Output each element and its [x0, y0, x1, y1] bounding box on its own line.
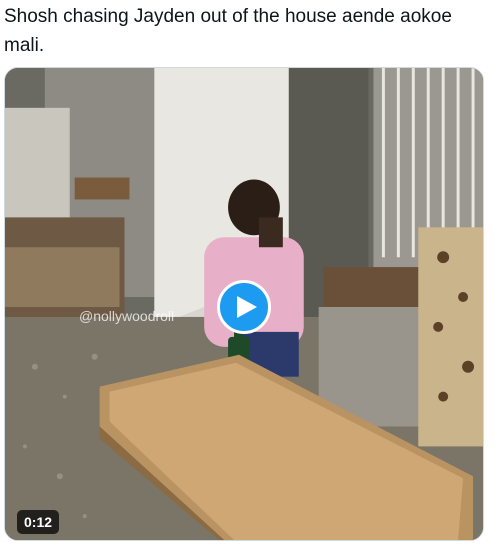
video-watermark: @nollywoodroll [79, 308, 175, 324]
tweet-text: Shosh chasing Jayden out of the house ae… [4, 6, 452, 56]
play-button[interactable] [217, 280, 271, 334]
video-duration-badge: 0:12 [17, 510, 60, 534]
video-player[interactable]: @nollywoodroll 0:12 [4, 67, 484, 541]
play-icon [237, 296, 257, 318]
